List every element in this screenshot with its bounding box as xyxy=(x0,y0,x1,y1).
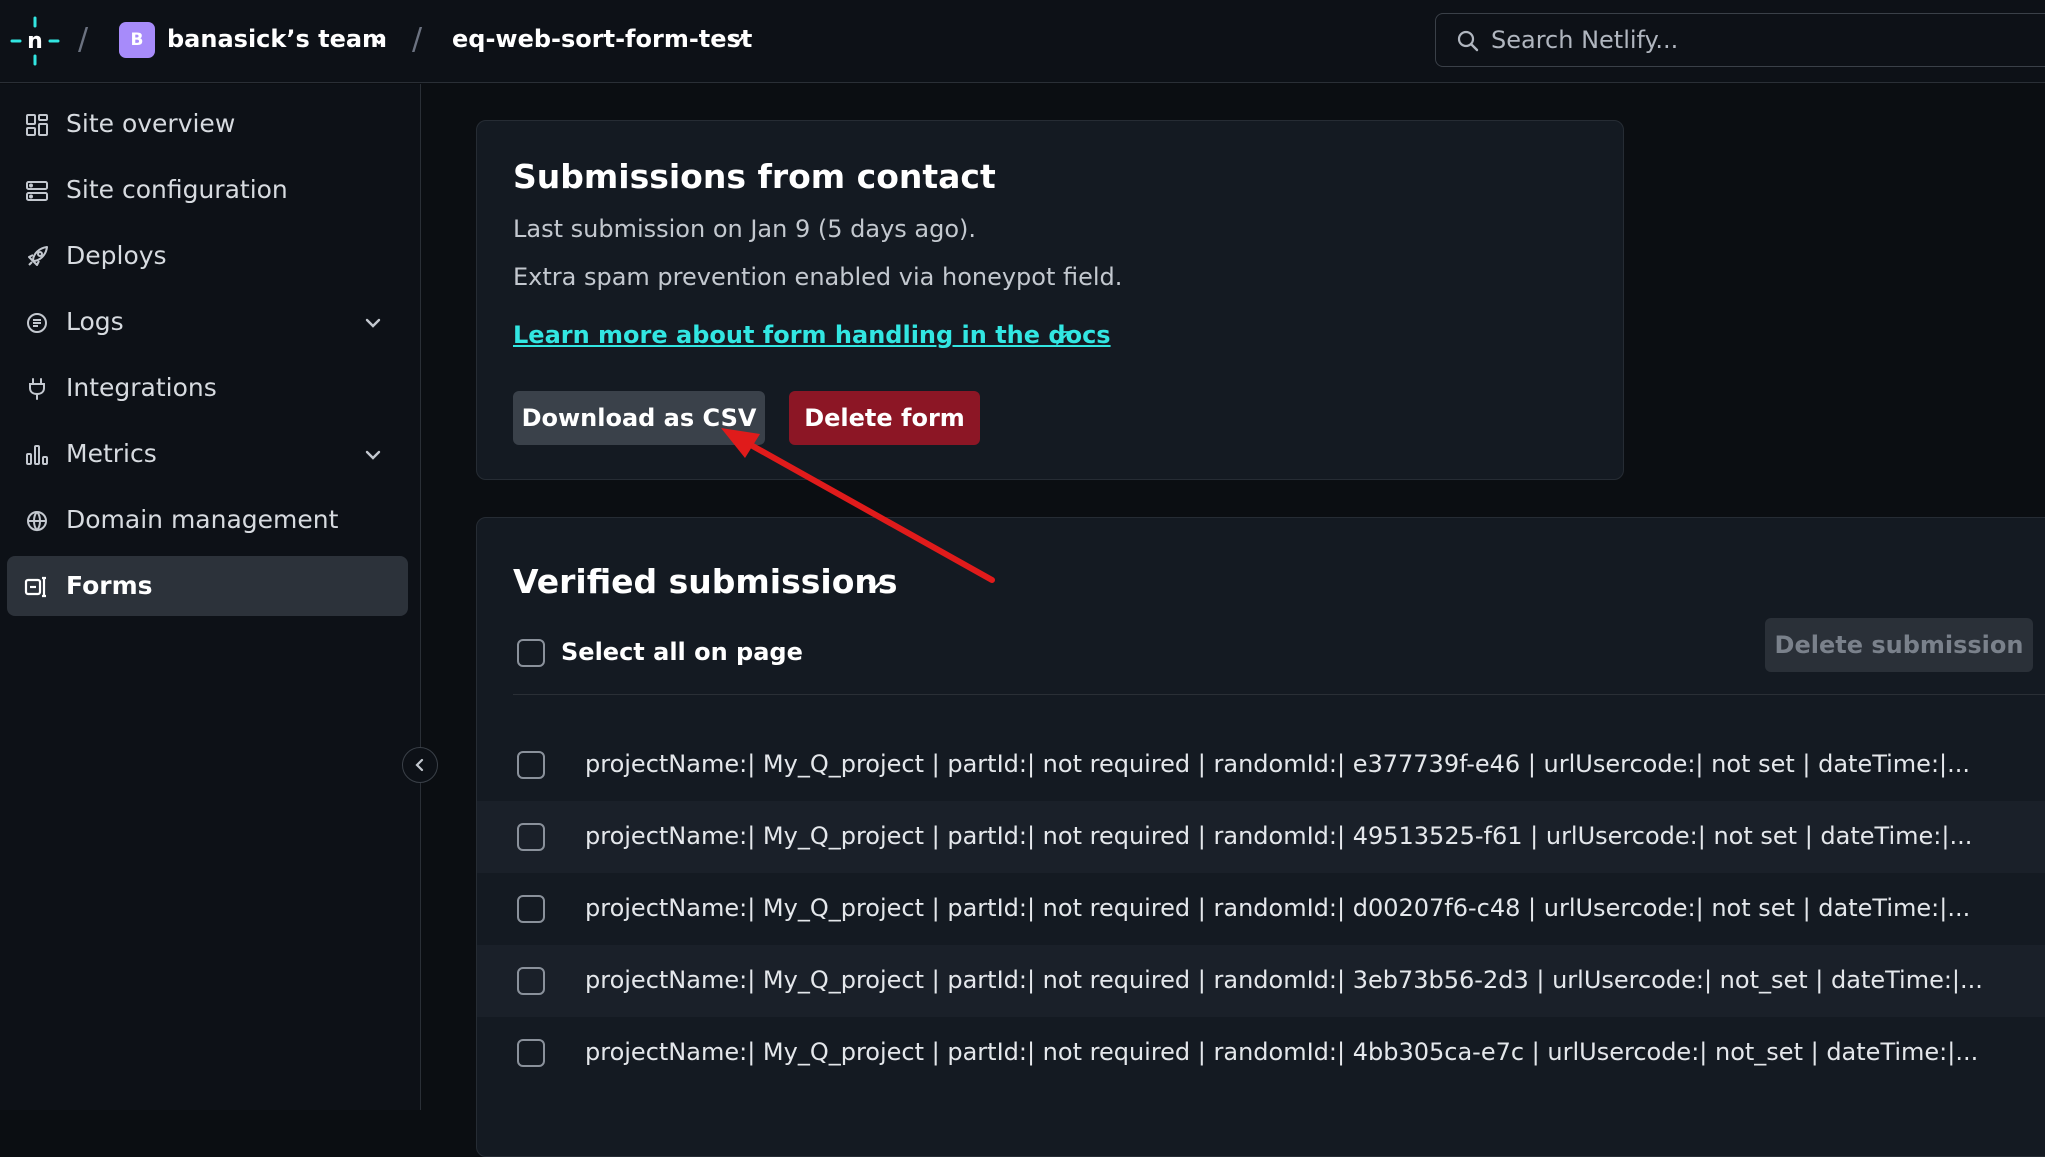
sidebar-item-integrations[interactable]: Integrations xyxy=(7,358,408,418)
submission-summary[interactable]: projectName:| My_Q_project | partId:| no… xyxy=(585,822,1972,850)
sidebar-item-label: Logs xyxy=(66,307,124,336)
row-checkbox[interactable] xyxy=(517,1039,545,1067)
row-checkbox[interactable] xyxy=(517,751,545,779)
team-avatar[interactable]: B xyxy=(119,22,155,58)
delete-form-button[interactable]: Delete form xyxy=(789,391,980,445)
team-switcher[interactable]: banasick’s team xyxy=(167,25,387,53)
row-checkbox[interactable] xyxy=(517,967,545,995)
top-bar: n / B banasick’s team / eq-web-sort-form… xyxy=(0,0,2045,83)
sidebar-item-label: Deploys xyxy=(66,241,167,270)
submissions-panel: Verified submissions Select all on page … xyxy=(476,517,2045,1157)
sidebar-item-label: Forms xyxy=(66,571,153,600)
plug-icon xyxy=(29,378,45,400)
search-icon xyxy=(1457,30,1479,52)
last-submission-text: Last submission on Jan 9 (5 days ago). xyxy=(513,215,977,243)
sidebar-item-label: Site overview xyxy=(66,109,236,138)
svg-text:n: n xyxy=(27,29,43,54)
submission-summary[interactable]: projectName:| My_Q_project | partId:| no… xyxy=(585,750,1970,778)
sidebar-item-logs[interactable]: Logs xyxy=(7,292,408,352)
sidebar-item-site-overview[interactable]: Site overview xyxy=(7,94,408,154)
sidebar: Site overview Site configuration Deploys… xyxy=(0,84,438,1110)
row-checkbox[interactable] xyxy=(517,823,545,851)
breadcrumb-separator: / xyxy=(412,22,423,57)
sidebar-item-deploys[interactable]: Deploys xyxy=(7,226,408,286)
form-details-card: Submissions from contact Last submission… xyxy=(476,120,1624,480)
submission-row[interactable]: projectName:| My_Q_project | partId:| no… xyxy=(477,729,2045,801)
sidebar-item-forms[interactable]: Forms xyxy=(7,556,408,616)
chevron-down-icon[interactable] xyxy=(866,577,884,595)
sidebar-item-label: Domain management xyxy=(66,505,339,534)
submissions-filter[interactable]: Verified submissions xyxy=(513,562,898,601)
netlify-logo-icon[interactable]: n xyxy=(10,16,60,66)
spam-prevention-text: Extra spam prevention enabled via honeyp… xyxy=(513,263,1123,291)
submission-summary[interactable]: projectName:| My_Q_project | partId:| no… xyxy=(585,1038,1978,1066)
submission-row[interactable]: projectName:| My_Q_project | partId:| no… xyxy=(477,801,2045,873)
sidebar-item-metrics[interactable]: Metrics xyxy=(7,424,408,484)
site-switcher[interactable]: eq-web-sort-form-test xyxy=(452,25,752,53)
chevron-down-icon[interactable] xyxy=(728,32,746,50)
chevron-down-icon[interactable] xyxy=(363,445,383,465)
submission-row[interactable]: projectName:| My_Q_project | partId:| no… xyxy=(477,945,2045,1017)
search-input[interactable] xyxy=(1491,22,2011,58)
chevron-down-icon[interactable] xyxy=(363,313,383,333)
submission-row[interactable]: projectName:| My_Q_project | partId:| no… xyxy=(477,1017,2045,1089)
grid-icon xyxy=(26,114,48,136)
docs-link[interactable]: Learn more about form handling in the do… xyxy=(513,321,1111,349)
select-all-checkbox[interactable] xyxy=(517,639,545,667)
search-bar[interactable] xyxy=(1435,13,2045,67)
sidebar-item-label: Metrics xyxy=(66,439,157,468)
external-link-icon xyxy=(1056,331,1070,345)
download-csv-button[interactable]: Download as CSV xyxy=(513,391,765,445)
chevron-down-icon[interactable] xyxy=(370,32,388,50)
form-title: Submissions from contact xyxy=(513,157,996,196)
row-checkbox[interactable] xyxy=(517,895,545,923)
submission-row[interactable]: projectName:| My_Q_project | partId:| no… xyxy=(477,873,2045,945)
server-icon xyxy=(26,181,48,201)
divider xyxy=(513,694,2045,695)
sidebar-item-site-configuration[interactable]: Site configuration xyxy=(7,160,408,220)
forms-icon xyxy=(24,576,46,598)
breadcrumb-separator: / xyxy=(78,22,89,57)
sidebar-item-label: Site configuration xyxy=(66,175,288,204)
logs-icon xyxy=(27,313,47,333)
bar-chart-icon xyxy=(26,445,48,465)
sidebar-item-label: Integrations xyxy=(66,373,217,402)
rocket-icon xyxy=(28,246,48,266)
collapse-sidebar-button[interactable] xyxy=(402,747,438,783)
submission-summary[interactable]: projectName:| My_Q_project | partId:| no… xyxy=(585,966,1983,994)
chevron-left-icon xyxy=(415,758,424,772)
submission-summary[interactable]: projectName:| My_Q_project | partId:| no… xyxy=(585,894,1970,922)
select-all-label[interactable]: Select all on page xyxy=(561,638,803,666)
sidebar-item-domain-management[interactable]: Domain management xyxy=(7,490,408,550)
delete-submission-button[interactable]: Delete submission xyxy=(1765,618,2033,672)
globe-icon xyxy=(27,511,47,532)
